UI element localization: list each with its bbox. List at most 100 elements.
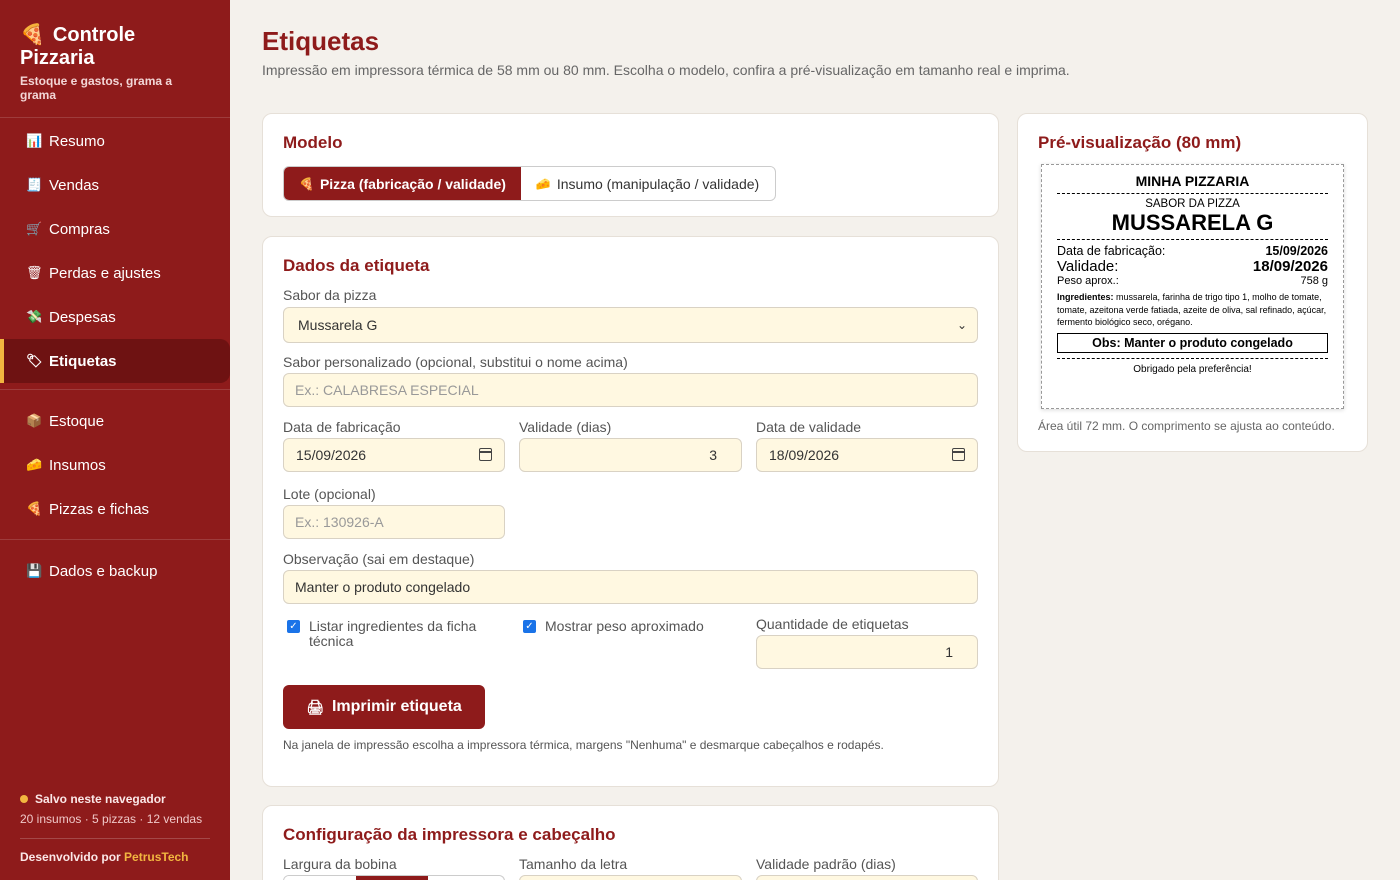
- ingredients-checkbox[interactable]: ✓ Listar ingredientes da ficha técnica: [287, 619, 477, 649]
- default-days-label: Validade padrão (dias): [756, 856, 896, 872]
- chevron-down-icon: ⌄: [956, 318, 967, 332]
- model-option-insumo-label: Insumo (manipulação / validade): [556, 175, 760, 192]
- validity-days-label: Validade (dias): [519, 419, 612, 435]
- nav-group-catalog: 📦 Estoque 🧀 Insumos 🍕 Pizzas e fichas: [0, 390, 230, 540]
- model-card: Modelo 🍕 Pizza (fabricação / validade) 🧀 I…: [262, 113, 999, 217]
- lot-input[interactable]: Ex.: 130926-A: [283, 505, 505, 539]
- page-title: Etiquetas: [262, 26, 380, 56]
- page-description: Impressão em impressora térmica de 58 mm…: [262, 62, 1070, 78]
- preview-heading: Pré-visualização (80 mm): [1038, 133, 1242, 152]
- sidebar-item-backup[interactable]: 💾 Dados e backup: [0, 549, 230, 593]
- default-days-input[interactable]: [756, 875, 978, 880]
- roll-width-option[interactable]: [284, 876, 356, 880]
- roll-width-option[interactable]: [428, 876, 500, 880]
- label-val-value: 18/09/2026: [1252, 258, 1328, 275]
- validity-days-input[interactable]: 3: [519, 438, 742, 472]
- font-size-input[interactable]: [519, 875, 742, 880]
- cheese-icon: 🧀: [26, 457, 43, 472]
- custom-flavor-label: Sabor personalizado (opcional, substitui…: [283, 354, 628, 370]
- roll-width-label: Largura da bobina: [283, 856, 397, 872]
- custom-flavor-input[interactable]: Ex.: CALABRESA ESPECIAL: [283, 373, 978, 407]
- val-date-input[interactable]: 18/09/2026: [756, 438, 978, 472]
- sidebar-item-vendas[interactable]: 🧾 Vendas: [0, 163, 230, 207]
- pizza-icon: 🍕: [20, 24, 45, 46]
- printer-config-heading: Configuração da impressora e cabeçalho: [283, 825, 616, 844]
- fab-date-label: Data de fabricação: [283, 419, 401, 435]
- preview-note: Área útil 72 mm. O comprimento se ajusta…: [1038, 419, 1335, 433]
- brand: 🍕 Controle Pizzaria Estoque e gastos, gra…: [0, 0, 230, 118]
- sidebar-item-etiquetas[interactable]: 🏷 Etiquetas: [0, 339, 230, 383]
- label-preview: MINHA PIZZARIA SABOR DA PIZZA MUSSARELA …: [1041, 164, 1344, 409]
- weight-checkbox[interactable]: ✓ Mostrar peso aproximado: [523, 619, 704, 634]
- print-button[interactable]: 🖨 Imprimir etiqueta: [283, 685, 485, 729]
- sidebar-item-label: Compras: [49, 220, 110, 238]
- preview-card: Pré-visualização (80 mm) MINHA PIZZARIA …: [1017, 113, 1368, 452]
- quantity-input[interactable]: 1: [756, 635, 978, 669]
- sidebar-item-resumo[interactable]: 📊 Resumo: [0, 119, 230, 163]
- calendar-icon[interactable]: [479, 448, 492, 461]
- label-weight-label: Peso aprox.:: [1057, 275, 1119, 287]
- sidebar-item-perdas[interactable]: 🗑 Perdas e ajustes: [0, 251, 230, 295]
- obs-input[interactable]: Manter o produto congelado: [283, 570, 978, 604]
- print-button-label: Imprimir etiqueta: [331, 698, 462, 715]
- model-option-pizza[interactable]: 🍕 Pizza (fabricação / validade): [284, 167, 521, 200]
- obs-value: Manter o produto congelado: [295, 579, 471, 595]
- lot-placeholder: Ex.: 130926-A: [295, 514, 384, 530]
- flavor-select-value: Mussarela G: [298, 317, 378, 333]
- obs-label: Observação (sai em destaque): [283, 551, 475, 567]
- sidebar-item-label: Despesas: [49, 308, 116, 326]
- sidebar-item-label: Vendas: [49, 176, 100, 194]
- roll-width-option-selected[interactable]: [356, 876, 428, 880]
- label-flavor-caption: SABOR DA PIZZA: [1145, 198, 1240, 210]
- fab-date-input[interactable]: 15/09/2026: [283, 438, 505, 472]
- ingredients-checkbox-label: Listar ingredientes da ficha técnica: [309, 618, 477, 649]
- sidebar-item-label: Dados e backup: [49, 562, 158, 580]
- roll-width-selector[interactable]: [283, 875, 505, 880]
- label-fab-label: Data de fabricação:: [1057, 244, 1166, 258]
- calendar-icon[interactable]: [952, 448, 965, 461]
- developer-link[interactable]: PetrusTech: [124, 850, 188, 864]
- checkmark-icon[interactable]: ✓: [287, 620, 300, 633]
- money-icon: 💸: [26, 309, 43, 324]
- label-store-name: MINHA PIZZARIA: [1057, 173, 1328, 194]
- sidebar-item-estoque[interactable]: 📦 Estoque: [0, 399, 230, 443]
- save-status-text: Salvo neste navegador: [35, 792, 166, 806]
- data-counts: 20 insumos · 5 pizzas · 12 vendas: [20, 812, 210, 839]
- label-data-card: Dados da etiqueta Sabor da pizza Mussare…: [262, 236, 999, 787]
- sidebar-item-label: Etiquetas: [49, 352, 117, 370]
- quantity-label: Quantidade de etiquetas: [756, 616, 909, 632]
- printer-config-card: Configuração da impressora e cabeçalho L…: [262, 805, 999, 880]
- receipt-icon: 🧾: [26, 177, 43, 192]
- developer-credit: Desenvolvido por PetrusTech: [20, 839, 210, 880]
- label-fab-row: Data de fabricação: 15/09/2026: [1057, 244, 1328, 258]
- sidebar: 🍕 Controle Pizzaria Estoque e gastos, gra…: [0, 0, 230, 880]
- nav-group-data: 💾 Dados e backup: [0, 540, 230, 593]
- developer-prefix: Desenvolvido por: [20, 850, 121, 864]
- label-flavor: MUSSARELA G: [1057, 210, 1328, 240]
- sidebar-item-insumos[interactable]: 🧀 Insumos: [0, 443, 230, 487]
- model-option-insumo[interactable]: 🧀 Insumo (manipulação / validade): [520, 167, 775, 200]
- cheese-icon: 🧀: [535, 176, 551, 191]
- status-dot-icon: [20, 795, 28, 803]
- val-date-label: Data de validade: [756, 419, 862, 435]
- cart-icon: 🛒: [26, 221, 43, 236]
- label-weight-value: 758 g: [1300, 275, 1328, 287]
- box-icon: 📦: [26, 413, 43, 428]
- weight-checkbox-label: Mostrar peso aproximado: [545, 618, 704, 634]
- font-size-label: Tamanho da letra: [519, 856, 628, 872]
- sidebar-item-pizzas[interactable]: 🍕 Pizzas e fichas: [0, 487, 230, 531]
- brand-title: 🍕 Controle Pizzaria: [20, 24, 210, 70]
- print-hint: Na janela de impressão escolha a impress…: [283, 738, 884, 752]
- floppy-icon: 💾: [26, 563, 43, 578]
- sidebar-item-label: Perdas e ajustes: [49, 264, 161, 282]
- sidebar-item-compras[interactable]: 🛒 Compras: [0, 207, 230, 251]
- label-ingredients-title: Ingredientes:: [1057, 292, 1114, 302]
- sidebar-footer: Salvo neste navegador 20 insumos · 5 piz…: [20, 792, 210, 880]
- flavor-label: Sabor da pizza: [283, 287, 377, 303]
- chart-icon: 📊: [26, 133, 43, 148]
- model-option-pizza-label: Pizza (fabricação / validade): [319, 175, 506, 192]
- sidebar-item-despesas[interactable]: 💸 Despesas: [0, 295, 230, 339]
- checkmark-icon[interactable]: ✓: [523, 620, 536, 633]
- pizza-icon: 🍕: [299, 176, 314, 191]
- flavor-select[interactable]: Mussarela G ⌄: [283, 307, 978, 343]
